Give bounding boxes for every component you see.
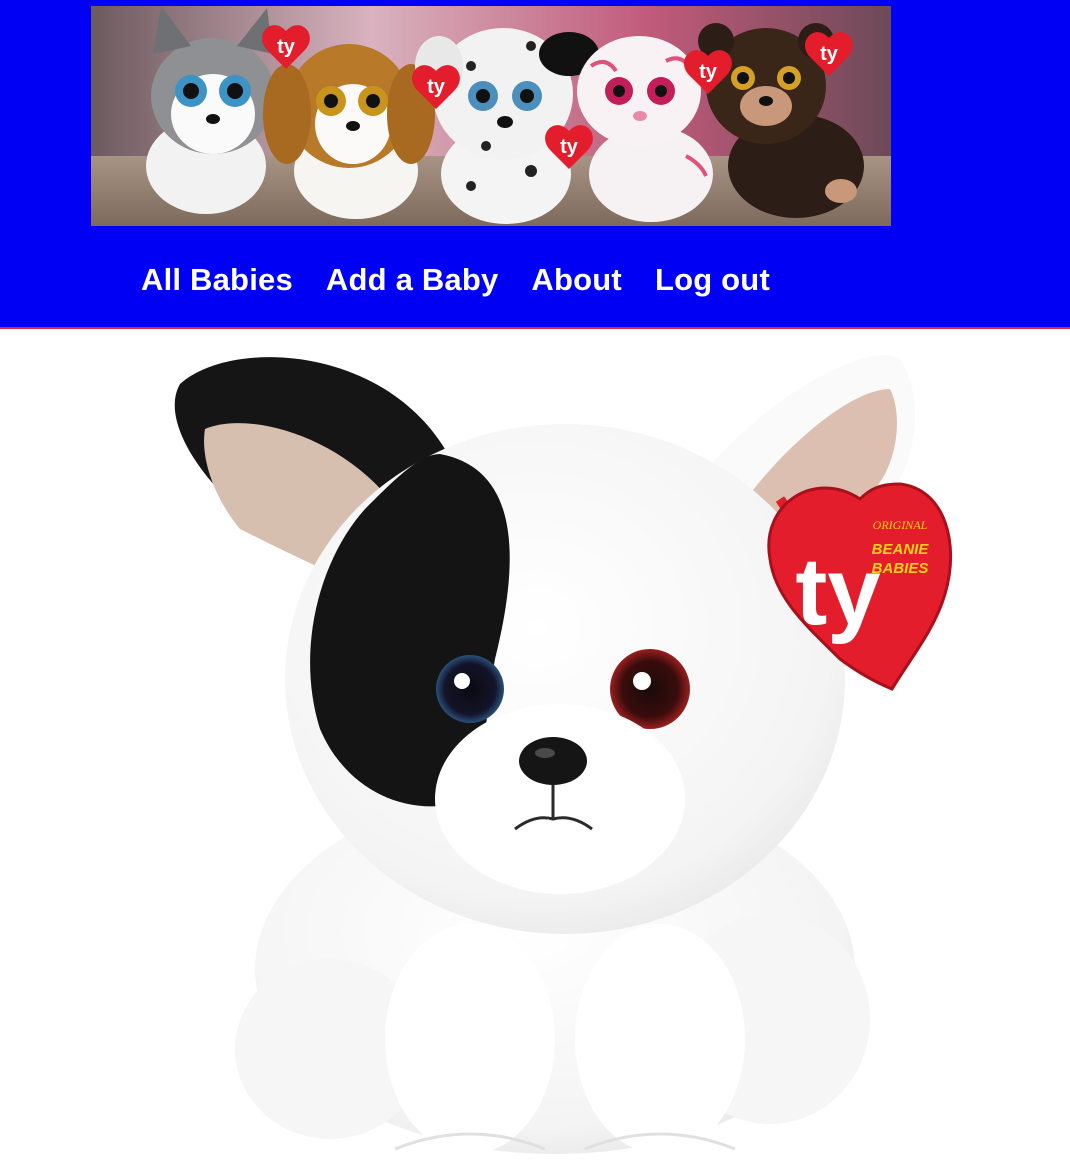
svg-text:ty: ty xyxy=(699,61,718,83)
main-nav: All Babies Add a Baby About Log out xyxy=(141,258,770,302)
svg-text:BABIES: BABIES xyxy=(872,560,929,577)
nav-link-all-babies[interactable]: All Babies xyxy=(141,258,293,302)
svg-text:ty: ty xyxy=(277,36,296,58)
plush-dog-figure xyxy=(174,355,915,1154)
baby-photo: ty ORIGINAL BEANIE BABIES xyxy=(0,329,1070,1172)
svg-text:ty: ty xyxy=(820,43,839,65)
nav-link-log-out[interactable]: Log out xyxy=(655,258,770,302)
svg-text:ty: ty xyxy=(560,136,579,158)
banner-image: ty ty ty ty ty xyxy=(91,6,891,226)
svg-text:ty: ty xyxy=(795,538,880,645)
svg-text:ORIGINAL: ORIGINAL xyxy=(873,518,928,532)
nav-link-add-a-baby[interactable]: Add a Baby xyxy=(326,258,499,302)
nav-link-about[interactable]: About xyxy=(531,258,622,302)
site-header: ty ty ty ty ty All Babies Add a Baby Abo… xyxy=(0,0,1070,329)
svg-text:ty: ty xyxy=(427,76,446,98)
svg-text:BEANIE: BEANIE xyxy=(872,541,930,558)
